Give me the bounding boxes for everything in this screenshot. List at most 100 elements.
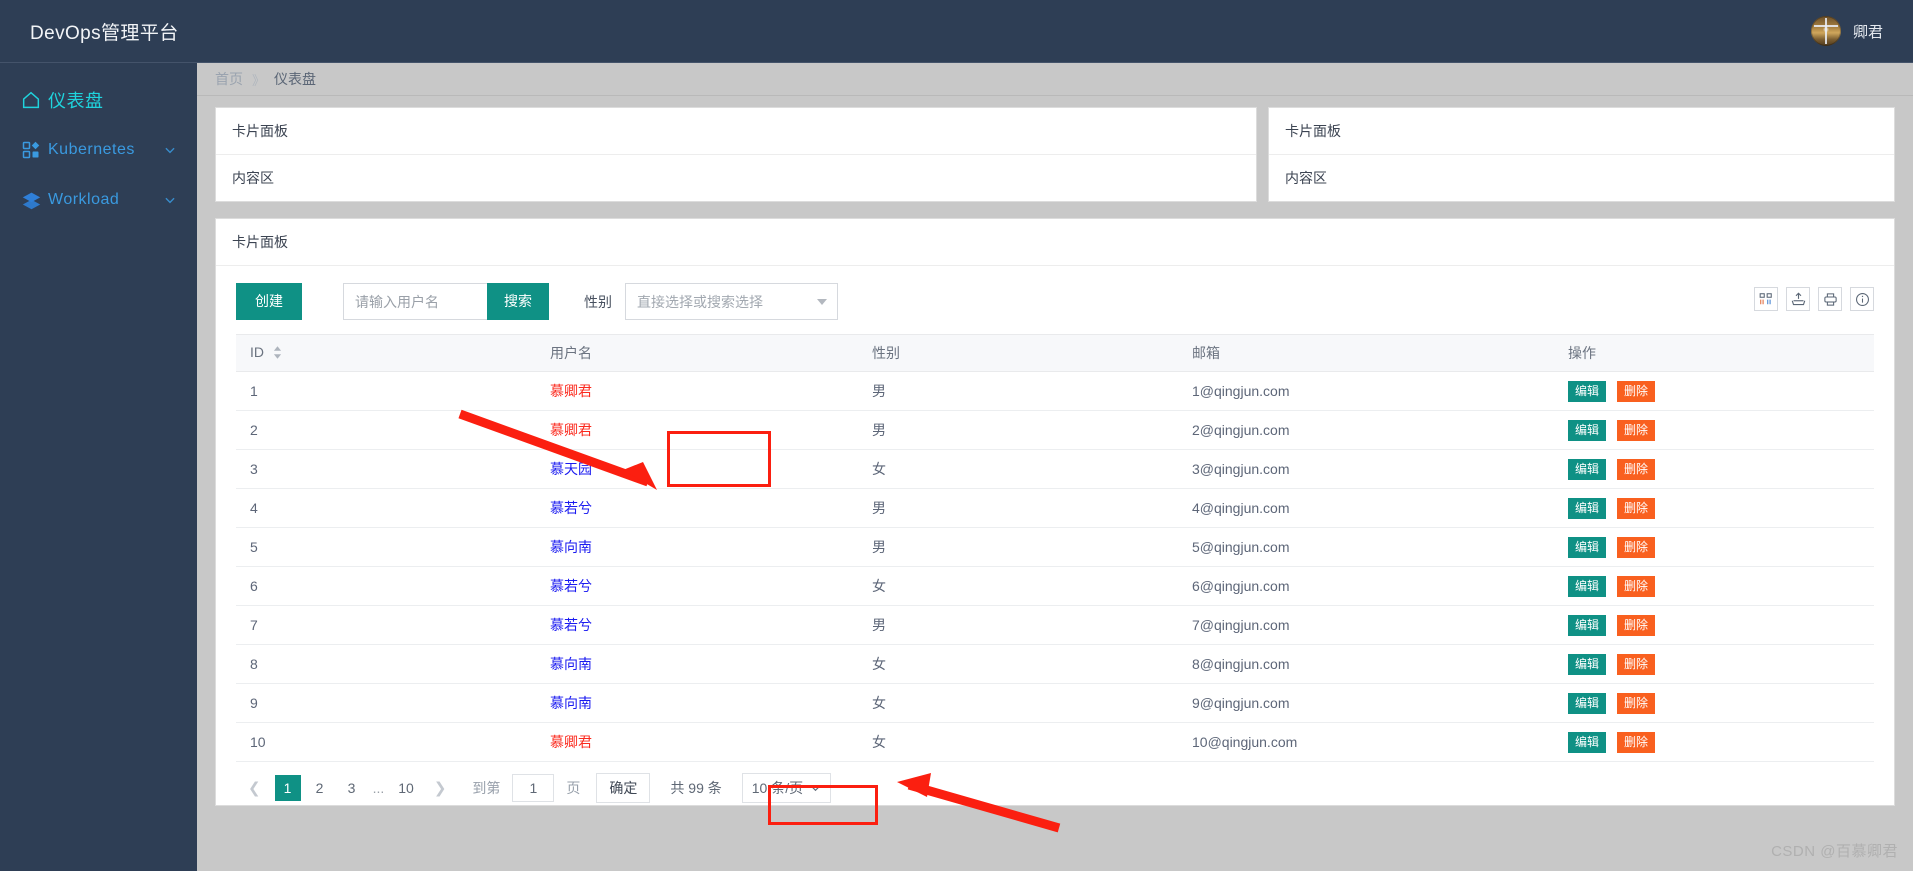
column-header-gender: 性别 [858,334,1178,372]
export-icon[interactable] [1786,287,1810,311]
column-header-id[interactable]: ID [236,334,536,372]
cell-username: 慕若兮 [536,566,858,606]
sidebar-item-dashboard[interactable]: 仪表盘 [0,75,197,125]
username-link[interactable]: 慕向南 [550,695,592,711]
cell-email: 7@qingjun.com [1178,605,1554,645]
page-button-1[interactable]: 1 [274,775,301,801]
table-row: 5 慕向南男 5@qingjun.com 编辑 删除 [236,527,1874,567]
sort-icon[interactable] [273,345,282,362]
username-link[interactable]: 慕卿君 [550,734,592,750]
search-button[interactable]: 搜索 [487,283,549,320]
gender-select[interactable]: 直接选择或搜索选择 [625,283,838,320]
edit-button[interactable]: 编辑 [1568,731,1607,753]
search-group: 搜索 [343,283,549,320]
cell-username: 慕向南 [536,644,858,684]
confirm-button[interactable]: 确定 [596,773,651,803]
cell-operations: 编辑 删除 [1554,527,1874,567]
cell-id: 5 [236,527,536,567]
username-link[interactable]: 慕天园 [550,461,592,477]
delete-button[interactable]: 删除 [1617,497,1656,519]
page-size-select[interactable]: 10 条/页 [741,773,832,803]
cell-operations: 编辑 删除 [1554,683,1874,723]
cell-username: 慕天园 [536,449,858,489]
edit-button[interactable]: 编辑 [1568,692,1607,714]
avatar[interactable] [1810,16,1841,46]
cell-email: 8@qingjun.com [1178,644,1554,684]
cell-id: 10 [236,722,536,762]
chevron-down-icon [817,298,827,305]
cell-gender: 男 [858,371,1178,411]
edit-button[interactable]: 编辑 [1568,458,1607,480]
breadcrumb-home[interactable]: 首页 [215,69,243,89]
delete-button[interactable]: 删除 [1617,731,1656,753]
sidebar-item-kubernetes[interactable]: Kubernetes [0,125,197,175]
edit-button[interactable]: 编辑 [1568,614,1607,636]
cell-gender: 女 [858,722,1178,762]
user-table-wrapper: ID 用户名 性别 邮箱 操作 1 慕卿君 男 1@qingjun.com 编辑… [236,334,1874,762]
user-table: ID 用户名 性别 邮箱 操作 1 慕卿君 男 1@qingjun.com 编辑… [236,334,1874,762]
page-body: 仪表盘 Kubernetes Workload 首页 》 仪表盘 卡片面板 内容… [0,63,1913,871]
table-row: 8 慕向南女 8@qingjun.com 编辑 删除 [236,644,1874,684]
cell-email: 5@qingjun.com [1178,527,1554,567]
search-input[interactable] [343,283,487,320]
delete-button[interactable]: 删除 [1617,536,1656,558]
username-link[interactable]: 慕卿君 [550,383,592,399]
header-user-area[interactable]: 卿君 [1810,16,1913,46]
info-icon[interactable] [1850,287,1874,311]
columns-icon[interactable] [1754,287,1778,311]
edit-button[interactable]: 编辑 [1568,497,1607,519]
chevron-down-icon[interactable] [163,143,177,157]
delete-button[interactable]: 删除 [1617,653,1656,675]
card-panel-right: 卡片面板 内容区 [1268,107,1895,202]
cell-operations: 编辑 删除 [1554,410,1874,450]
cell-gender: 男 [858,410,1178,450]
delete-button[interactable]: 删除 [1617,575,1656,597]
card-title: 卡片面板 [216,219,1894,266]
edit-button[interactable]: 编辑 [1568,419,1607,441]
delete-button[interactable]: 删除 [1617,458,1656,480]
username-link[interactable]: 慕若兮 [550,500,592,516]
edit-button[interactable]: 编辑 [1568,653,1607,675]
sidebar: 仪表盘 Kubernetes Workload [0,63,197,871]
chevron-left-icon[interactable]: ❮ [240,779,269,797]
sidebar-item-label: 仪表盘 [48,91,104,111]
chevron-right-icon[interactable]: ❯ [426,779,455,797]
card-content: 内容区 [1285,170,1327,186]
page-button-2[interactable]: 2 [307,775,333,801]
delete-button[interactable]: 删除 [1617,614,1656,636]
delete-button[interactable]: 删除 [1617,380,1656,402]
cell-gender: 女 [858,566,1178,606]
page-jump-input[interactable] [512,774,555,802]
sidebar-item-workload[interactable]: Workload [0,175,197,225]
table-row: 7 慕若兮男 7@qingjun.com 编辑 删除 [236,605,1874,645]
print-icon[interactable] [1818,287,1842,311]
chevron-down-icon[interactable] [163,193,177,207]
breadcrumb-current: 仪表盘 [274,71,317,87]
table-toolbar: 创建 搜索 性别 直接选择或搜索选择 [236,283,1874,320]
delete-button[interactable]: 删除 [1617,419,1656,441]
page-size-value: 10 条/页 [751,780,804,796]
page-button-3[interactable]: 3 [339,775,365,801]
column-header-operations: 操作 [1554,334,1874,372]
create-button[interactable]: 创建 [236,283,302,320]
cell-id: 3 [236,449,536,489]
cell-gender: 男 [858,488,1178,528]
username-link[interactable]: 慕卿君 [550,422,592,438]
cell-username: 慕若兮 [536,605,858,645]
column-header-label: ID [250,344,264,361]
username-link[interactable]: 慕若兮 [550,617,592,633]
column-header-username: 用户名 [536,334,858,372]
total-count-label: 共 99 条 [670,780,722,796]
gender-filter-label: 性别 [584,293,612,310]
page-unit-label: 页 [566,780,581,796]
edit-button[interactable]: 编辑 [1568,380,1607,402]
cell-email: 2@qingjun.com [1178,410,1554,450]
username-link[interactable]: 慕向南 [550,656,592,672]
delete-button[interactable]: 删除 [1617,692,1656,714]
edit-button[interactable]: 编辑 [1568,536,1607,558]
username-link[interactable]: 慕若兮 [550,578,592,594]
username-link[interactable]: 慕向南 [550,539,592,555]
edit-button[interactable]: 编辑 [1568,575,1607,597]
page-button-last[interactable]: 10 [392,775,420,801]
cell-gender: 女 [858,449,1178,489]
